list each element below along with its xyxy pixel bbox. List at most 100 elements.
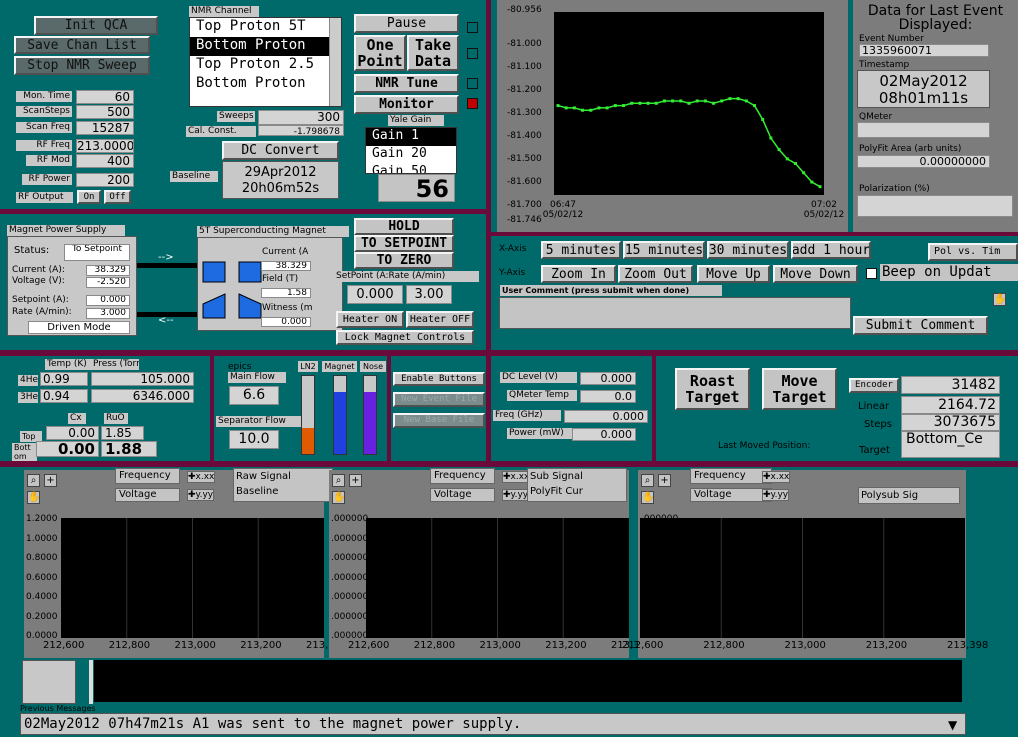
heater-on-button[interactable]: Heater ON bbox=[336, 311, 404, 328]
power-mw-label: Power (mW) bbox=[507, 428, 573, 439]
zoom-icon[interactable]: ⌕ bbox=[641, 474, 654, 487]
nmr-channel-list[interactable]: Top Proton 5T Bottom Proton Top Proton 2… bbox=[189, 17, 342, 107]
spectrum-y-tick: .000000 bbox=[331, 533, 369, 544]
gain-item[interactable]: Gain 20 bbox=[366, 146, 456, 164]
y-zoom-in-button[interactable]: Zoom In bbox=[541, 265, 616, 283]
sweeps-field[interactable]: 300 bbox=[258, 110, 344, 125]
setpoint-rate-field[interactable]: 3.00 bbox=[406, 285, 452, 304]
hold-button[interactable]: HOLD bbox=[354, 218, 454, 235]
hand-icon[interactable]: ✋ bbox=[641, 491, 654, 504]
y-zoom-out-button[interactable]: Zoom Out bbox=[618, 265, 693, 283]
stop-nmr-sweep-button[interactable]: Stop NMR Sweep bbox=[14, 56, 150, 75]
setpoint-a-field[interactable]: 0.000 bbox=[347, 285, 403, 304]
volt-xy-icon[interactable]: ✚y.yy bbox=[762, 489, 790, 501]
x-add-1-hour-button[interactable]: add 1 hour bbox=[791, 241, 871, 259]
pause-button[interactable]: Pause bbox=[354, 14, 459, 33]
gain-item-selected[interactable]: Gain 1 bbox=[366, 128, 456, 146]
param-field[interactable]: 15287 bbox=[76, 121, 134, 135]
zoom-icon[interactable]: ⌕ bbox=[332, 474, 345, 487]
y-move-up-button[interactable]: Move Up bbox=[697, 265, 770, 283]
sc-current-label: Current (A bbox=[262, 247, 309, 257]
yale-gain-list[interactable]: Gain 1 Gain 20 Gain 50 bbox=[365, 127, 457, 174]
to-setpoint-button[interactable]: TO SETPOINT bbox=[354, 235, 454, 252]
volt-xy-icon[interactable]: ✚y.yy bbox=[187, 489, 215, 501]
hand-icon[interactable]: ✋ bbox=[332, 491, 345, 504]
enable-buttons-button[interactable]: Enable Buttons bbox=[393, 372, 485, 386]
cal-const-field[interactable]: -1.798678 bbox=[258, 125, 344, 136]
x-30-minutes-button[interactable]: 30 minutes bbox=[707, 241, 789, 259]
monitor-checkbox[interactable] bbox=[467, 98, 478, 109]
move-target-button[interactable]: Move Target bbox=[762, 368, 837, 410]
freq-xy-icon[interactable]: ✚x.xx bbox=[762, 471, 791, 483]
hand-icon[interactable]: ✋ bbox=[27, 491, 40, 504]
param-field[interactable]: 213.0000 bbox=[76, 139, 134, 153]
beep-checkbox[interactable] bbox=[866, 268, 877, 279]
power-supply-panel: Status: To Setpoint Current (A): 38.329 … bbox=[7, 236, 137, 336]
sc-magnet-panel: Current (A 38.329 Field (T) 1.58 Witness… bbox=[197, 237, 343, 331]
freq-xy-icon[interactable]: ✚x.xx bbox=[187, 471, 216, 483]
nmr-tune-checkbox[interactable] bbox=[467, 78, 478, 89]
message-log bbox=[94, 660, 962, 702]
init-qca-button[interactable]: Init QCA bbox=[34, 16, 158, 35]
one-point-button[interactable]: One Point bbox=[354, 35, 406, 71]
param-field[interactable]: 60 bbox=[76, 90, 134, 104]
submit-comment-button[interactable]: Submit Comment bbox=[853, 316, 988, 335]
spectrum-plot[interactable] bbox=[61, 518, 324, 638]
gain-item[interactable]: Gain 50 bbox=[366, 164, 456, 173]
spectrum-plot[interactable] bbox=[640, 518, 965, 638]
legend-series-1: Raw Signal bbox=[236, 471, 291, 482]
monitor-button[interactable]: Monitor bbox=[354, 95, 459, 114]
pause-checkbox[interactable] bbox=[467, 22, 478, 33]
setpoint-value: 0.000 bbox=[86, 295, 130, 306]
channel-scrollbar[interactable] bbox=[329, 18, 341, 106]
nmr-tune-button[interactable]: NMR Tune bbox=[354, 74, 459, 93]
take-data-button[interactable]: Take Data bbox=[407, 35, 459, 71]
param-field[interactable]: 500 bbox=[76, 105, 134, 119]
channel-item[interactable]: Top Proton 2.5 bbox=[190, 56, 341, 75]
x-5-minutes-button[interactable]: 5 minutes bbox=[541, 241, 621, 259]
dropdown-arrow-icon[interactable]: ▼ bbox=[948, 718, 957, 732]
encoder-button[interactable]: Encoder bbox=[849, 378, 899, 393]
channel-item-selected[interactable]: Bottom Proton bbox=[190, 37, 341, 56]
param-field[interactable]: 400 bbox=[76, 154, 134, 168]
new-event-file-button[interactable]: New Event File bbox=[393, 392, 485, 407]
trend-point bbox=[564, 106, 568, 110]
channel-item[interactable]: Bottom Proton bbox=[190, 75, 341, 94]
spectrum-plot[interactable] bbox=[366, 518, 629, 638]
main-flow-label: Main Flow bbox=[228, 372, 286, 383]
save-chan-list-button[interactable]: Save Chan List bbox=[14, 36, 150, 54]
dc-convert-button[interactable]: DC Convert bbox=[222, 141, 339, 160]
he3-label: 3He bbox=[18, 392, 38, 403]
roast-target-button[interactable]: Roast Target bbox=[675, 368, 750, 410]
freq-ghz-label: Freq (GHz) bbox=[493, 410, 561, 421]
pol-vs-time-button[interactable]: Pol vs. Tim bbox=[928, 243, 1018, 261]
plus-icon[interactable]: + bbox=[349, 474, 362, 487]
trend-plot[interactable] bbox=[554, 12, 824, 195]
channel-item[interactable]: Top Proton 5T bbox=[190, 18, 341, 37]
spectrum-legend: Sub Signal PolyFit Cur bbox=[527, 468, 627, 502]
trend-point bbox=[777, 148, 781, 152]
plus-icon[interactable]: + bbox=[658, 474, 671, 487]
magnet-coil-icon bbox=[202, 261, 262, 319]
spectrum-x-tick: 213,200 bbox=[865, 640, 908, 651]
x-15-minutes-button[interactable]: 15 minutes bbox=[623, 241, 705, 259]
trend-point bbox=[753, 104, 756, 108]
new-base-file-button[interactable]: New Base File bbox=[393, 413, 485, 428]
rf-on-button[interactable]: On bbox=[77, 190, 101, 204]
heater-off-button[interactable]: Heater OFF bbox=[406, 311, 474, 328]
plus-icon[interactable]: + bbox=[44, 474, 57, 487]
press-label: Press (Torr) bbox=[91, 359, 139, 370]
comment-input[interactable] bbox=[499, 297, 851, 329]
previous-messages-button[interactable] bbox=[22, 660, 76, 704]
take-data-checkbox[interactable] bbox=[467, 48, 478, 59]
to-zero-button[interactable]: TO ZERO bbox=[354, 252, 454, 269]
lock-magnet-button[interactable]: Lock Magnet Controls bbox=[336, 330, 474, 345]
y-move-down-button[interactable]: Move Down bbox=[773, 265, 858, 283]
volt-xy-icon[interactable]: ✚y.yy bbox=[502, 489, 530, 501]
hand-icon[interactable]: ✋ bbox=[993, 293, 1006, 306]
param-field[interactable]: 200 bbox=[76, 173, 134, 187]
zoom-icon[interactable]: ⌕ bbox=[27, 474, 40, 487]
rf-off-button[interactable]: Off bbox=[104, 190, 131, 204]
dc-level-value: 0.000 bbox=[580, 372, 636, 385]
spectrum-y-tick: .000000 bbox=[331, 553, 369, 563]
